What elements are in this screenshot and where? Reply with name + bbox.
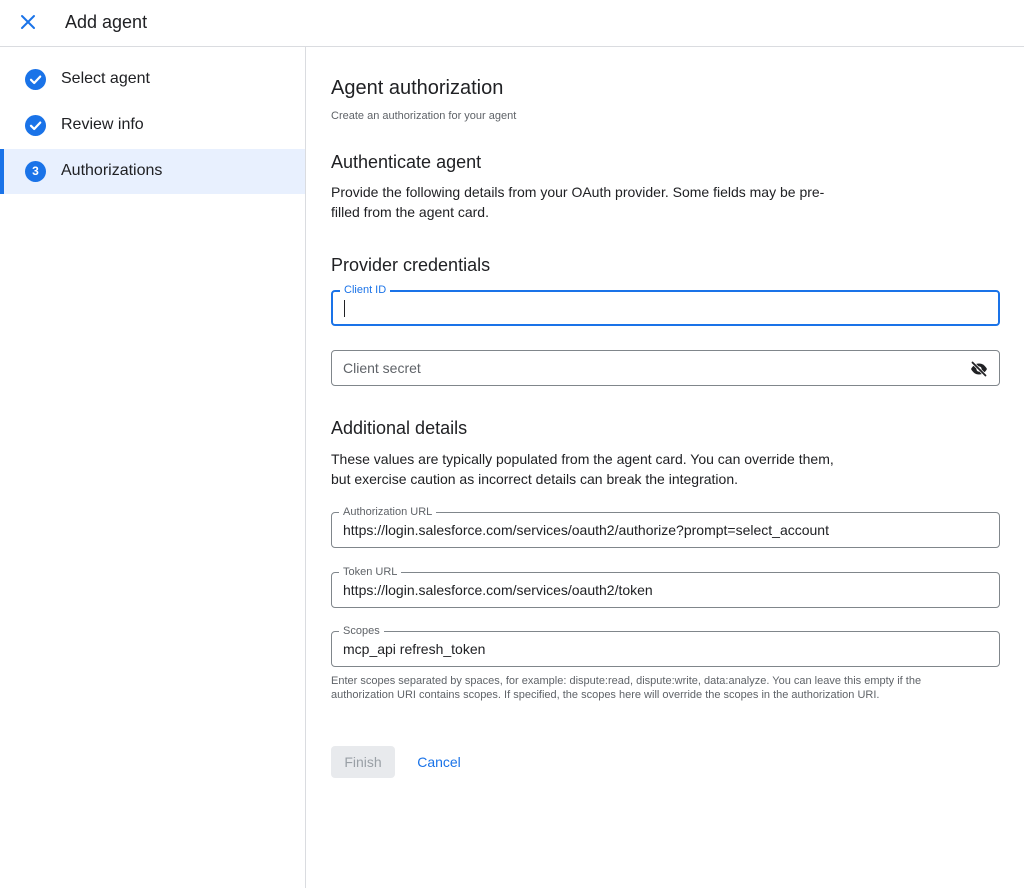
close-icon[interactable] — [16, 10, 40, 34]
finish-button[interactable]: Finish — [331, 746, 395, 778]
step-number: 3 — [32, 164, 39, 178]
top-bar: Add agent — [0, 0, 1024, 47]
close-button[interactable] — [16, 10, 40, 34]
scopes-label: Scopes — [339, 624, 384, 638]
section-title: Agent authorization — [331, 77, 504, 99]
additional-details-description-line2: but exercise caution as incorrect detail… — [331, 471, 739, 487]
step-select-agent[interactable]: Select agent — [0, 57, 305, 102]
text-caret — [344, 300, 345, 317]
section-subtitle: Create an authorization for your agent — [331, 110, 517, 122]
step-label: Select agent — [61, 70, 150, 87]
page-title: Add agent — [65, 12, 148, 32]
additional-details-heading: Additional details — [331, 418, 468, 438]
stepper-sidebar: Select agent Review info 3 Authorization… — [0, 47, 306, 888]
step-number-badge: 3 — [25, 161, 46, 182]
authenticate-description-line2: filled from the agent card. — [331, 204, 489, 220]
step-label: Authorizations — [61, 162, 163, 179]
toggle-visibility-button[interactable] — [969, 359, 989, 379]
token-url-field[interactable]: Token URL https://login.salesforce.com/s… — [331, 565, 1000, 608]
authorization-url-label: Authorization URL — [339, 505, 437, 519]
token-url-label: Token URL — [339, 565, 402, 579]
step-label: Review info — [61, 116, 144, 133]
client-secret-placeholder: Client secret — [343, 360, 421, 376]
step-authorizations[interactable]: 3 Authorizations — [0, 149, 305, 194]
cancel-button[interactable]: Cancel — [407, 746, 471, 778]
scopes-helper-text: Enter scopes separated by spaces, for ex… — [331, 675, 922, 701]
client-id-label: Client ID — [340, 283, 391, 297]
authenticate-heading: Authenticate agent — [331, 152, 482, 172]
authorization-url-value[interactable]: https://login.salesforce.com/services/oa… — [343, 521, 829, 539]
provider-credentials-heading: Provider credentials — [331, 255, 491, 275]
check-circle-icon — [25, 69, 46, 90]
client-secret-field[interactable]: Client secret — [331, 350, 1000, 386]
authorization-url-field[interactable]: Authorization URL https://login.salesfor… — [331, 505, 1000, 548]
scopes-field[interactable]: Scopes mcp_api refresh_token — [331, 624, 1000, 667]
visibility-off-icon[interactable] — [969, 359, 989, 379]
authenticate-description-line1: Provide the following details from your … — [331, 184, 825, 200]
scopes-value[interactable]: mcp_api refresh_token — [343, 640, 485, 658]
additional-details-description-line1: These values are typically populated fro… — [331, 451, 834, 467]
main-content: Agent authorization Create an authorizat… — [307, 47, 1024, 888]
token-url-value[interactable]: https://login.salesforce.com/services/oa… — [343, 581, 653, 599]
step-review-info[interactable]: Review info — [0, 103, 305, 148]
client-id-field[interactable]: Client ID — [331, 283, 1000, 326]
check-circle-icon — [25, 115, 46, 136]
